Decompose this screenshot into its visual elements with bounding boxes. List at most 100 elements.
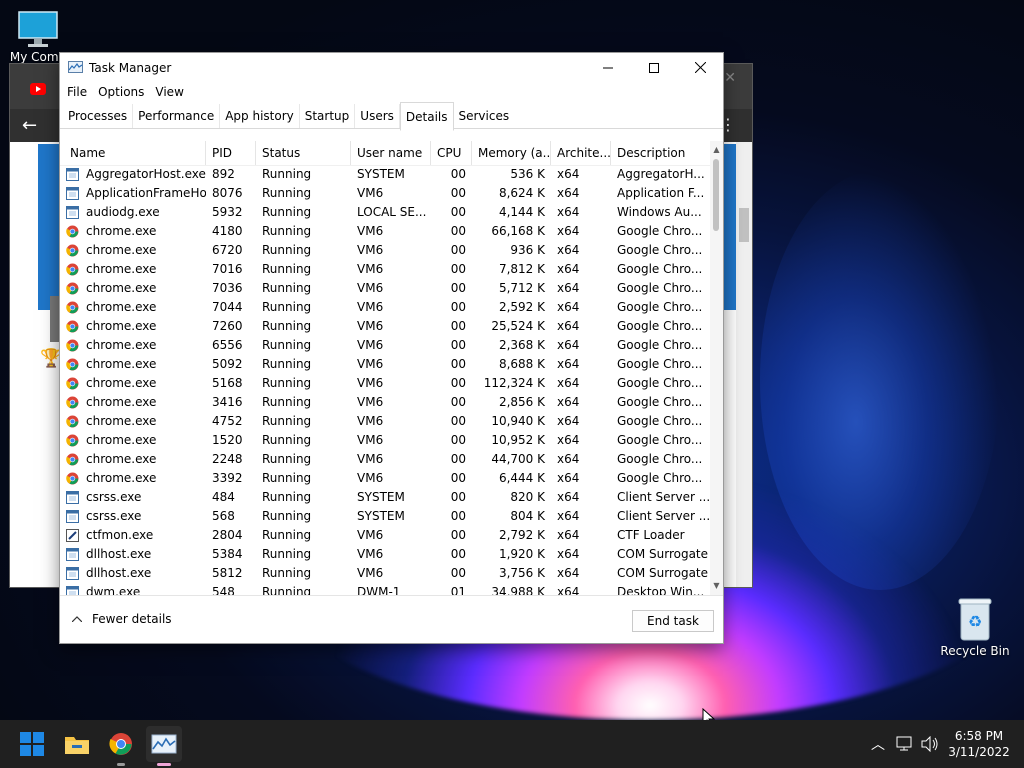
- cell-desc: Google Chro...: [617, 414, 703, 428]
- tab-processes[interactable]: Processes: [63, 104, 134, 128]
- network-icon[interactable]: [896, 736, 914, 752]
- taskbar-file-explorer[interactable]: [59, 726, 95, 762]
- cell-arch: x64: [557, 224, 580, 238]
- table-row[interactable]: chrome.exe 4180 Running VM6 00 66,168 K x64 Goo…: [60, 222, 710, 241]
- tab-users[interactable]: Users: [355, 104, 400, 128]
- cell-user: VM6: [357, 528, 384, 542]
- table-row[interactable]: chrome.exe 7036 Running VM6 00 5,712 K x64 Goog…: [60, 279, 710, 298]
- table-row[interactable]: ApplicationFrameHo... 8076 Running VM6 00 8,6…: [60, 184, 710, 203]
- table-row[interactable]: chrome.exe 1520 Running VM6 00 10,952 K x64 Goo…: [60, 431, 710, 450]
- column-architecture[interactable]: Archite...: [551, 141, 611, 165]
- cell-mem: 44,700 K: [491, 452, 545, 466]
- cell-arch: x64: [557, 300, 580, 314]
- table-row[interactable]: csrss.exe 568 Running SYSTEM 00 804 K x64 Clien…: [60, 507, 710, 526]
- cell-pid: 484: [212, 490, 235, 504]
- table-row[interactable]: chrome.exe 5168 Running VM6 00 112,324 K x64 Go…: [60, 374, 710, 393]
- cell-pid: 568: [212, 509, 235, 523]
- taskbar-chrome[interactable]: [103, 726, 139, 766]
- scrollbar-thumb[interactable]: [713, 159, 719, 231]
- column-status[interactable]: Status: [256, 141, 351, 165]
- cell-name: chrome.exe: [86, 414, 157, 428]
- maximize-button[interactable]: [631, 53, 677, 82]
- column-name[interactable]: Name: [64, 141, 206, 165]
- table-row[interactable]: chrome.exe 4752 Running VM6 00 10,940 K x64 Goo…: [60, 412, 710, 431]
- table-row[interactable]: dwm.exe 548 Running DWM-1 01 34,988 K x64 Deskt…: [60, 583, 710, 595]
- cell-arch: x64: [557, 452, 580, 466]
- table-row[interactable]: audiodg.exe 5932 Running LOCAL SE... 00 4,144…: [60, 203, 710, 222]
- task-manager-icon: [68, 61, 83, 73]
- table-row[interactable]: chrome.exe 6556 Running VM6 00 2,368 K x64 Goog…: [60, 336, 710, 355]
- cell-mem: 25,524 K: [491, 319, 545, 333]
- column-pid[interactable]: PID: [206, 141, 256, 165]
- scroll-up-icon[interactable]: ▲: [710, 143, 723, 157]
- column-user-name[interactable]: User name: [351, 141, 431, 165]
- tray-overflow-chevron-icon[interactable]: ︿: [871, 734, 885, 754]
- title-bar[interactable]: Task Manager: [60, 53, 723, 82]
- table-row[interactable]: dllhost.exe 5384 Running VM6 00 1,920 K x64 COM…: [60, 545, 710, 564]
- cell-mem: 804 K: [510, 509, 545, 523]
- tab-details[interactable]: Details: [399, 102, 454, 131]
- end-task-button[interactable]: End task: [632, 610, 714, 632]
- cell-arch: x64: [557, 243, 580, 257]
- cell-pid: 8076: [212, 186, 243, 200]
- cell-desc: Google Chro...: [617, 471, 703, 485]
- table-row[interactable]: dllhost.exe 5812 Running VM6 00 3,756 K x64 COM…: [60, 564, 710, 583]
- close-icon[interactable]: ✕: [724, 70, 736, 86]
- minimize-button[interactable]: [585, 53, 631, 82]
- vertical-scrollbar[interactable]: ▲ ▼: [710, 141, 723, 595]
- cell-status: Running: [262, 566, 312, 580]
- cell-desc: Google Chro...: [617, 300, 703, 314]
- cell-mem: 936 K: [510, 243, 545, 257]
- cell-cpu: 00: [450, 509, 466, 523]
- back-arrow-icon[interactable]: ←: [22, 115, 37, 136]
- table-row[interactable]: chrome.exe 7044 Running VM6 00 2,592 K x64 Goog…: [60, 298, 710, 317]
- menu-options[interactable]: Options: [94, 82, 151, 104]
- close-button[interactable]: [677, 53, 723, 82]
- table-row[interactable]: chrome.exe 5092 Running VM6 00 8,688 K x64 Goog…: [60, 355, 710, 374]
- table-row[interactable]: chrome.exe 7016 Running VM6 00 7,812 K x64 Goog…: [60, 260, 710, 279]
- clock[interactable]: 6:58 PM 3/11/2022: [944, 728, 1014, 760]
- table-row[interactable]: chrome.exe 3392 Running VM6 00 6,444 K x64 Goog…: [60, 469, 710, 488]
- table-row[interactable]: ctfmon.exe 2804 Running VM6 00 2,792 K x64 CTF …: [60, 526, 710, 545]
- table-row[interactable]: chrome.exe 3416 Running VM6 00 2,856 K x64 Goog…: [60, 393, 710, 412]
- cell-pid: 5384: [212, 547, 243, 561]
- cell-arch: x64: [557, 509, 580, 523]
- table-row[interactable]: chrome.exe 2248 Running VM6 00 44,700 K x64 Goo…: [60, 450, 710, 469]
- cell-user: SYSTEM: [357, 490, 405, 504]
- menu-file[interactable]: File: [63, 82, 94, 104]
- cell-mem: 2,792 K: [498, 528, 545, 542]
- cell-status: Running: [262, 205, 312, 219]
- table-row[interactable]: AggregatorHost.exe 892 Running SYSTEM 00 536 …: [60, 165, 710, 184]
- tab-app-history[interactable]: App history: [220, 104, 300, 128]
- tab-services[interactable]: Services: [454, 104, 515, 128]
- tab-startup[interactable]: Startup: [300, 104, 356, 128]
- cell-desc: Client Server ...: [617, 509, 710, 523]
- table-row[interactable]: chrome.exe 6720 Running VM6 00 936 K x64 Google…: [60, 241, 710, 260]
- cell-pid: 7044: [212, 300, 243, 314]
- cell-name: chrome.exe: [86, 471, 157, 485]
- cell-desc: Client Server ...: [617, 490, 710, 504]
- cell-name: chrome.exe: [86, 433, 157, 447]
- cell-status: Running: [262, 585, 312, 595]
- scroll-down-icon[interactable]: ▼: [710, 579, 723, 593]
- column-cpu[interactable]: CPU: [431, 141, 472, 165]
- volume-icon[interactable]: [921, 736, 939, 752]
- table-row[interactable]: chrome.exe 7260 Running VM6 00 25,524 K x64 Goo…: [60, 317, 710, 336]
- fewer-details-toggle[interactable]: Fewer details: [72, 612, 172, 626]
- start-button[interactable]: [14, 726, 50, 762]
- task-manager-window[interactable]: Task Manager File Options View Processes…: [60, 53, 723, 643]
- tab-performance[interactable]: Performance: [133, 104, 221, 128]
- menu-view[interactable]: View: [151, 82, 190, 104]
- column-description[interactable]: Description: [611, 141, 710, 165]
- cell-mem: 2,592 K: [498, 300, 545, 314]
- desktop-icon-recycle-bin[interactable]: ♻ Recycle Bin: [938, 596, 1012, 658]
- cell-cpu: 00: [450, 167, 466, 181]
- cell-mem: 4,144 K: [498, 205, 545, 219]
- taskbar-task-manager[interactable]: [146, 726, 182, 766]
- column-memory[interactable]: Memory (a...: [472, 141, 551, 165]
- cell-user: VM6: [357, 300, 384, 314]
- browser-scrollbar[interactable]: [736, 142, 752, 587]
- cell-mem: 10,952 K: [491, 433, 545, 447]
- table-row[interactable]: csrss.exe 484 Running SYSTEM 00 820 K x64 Clien…: [60, 488, 710, 507]
- cell-pid: 4752: [212, 414, 243, 428]
